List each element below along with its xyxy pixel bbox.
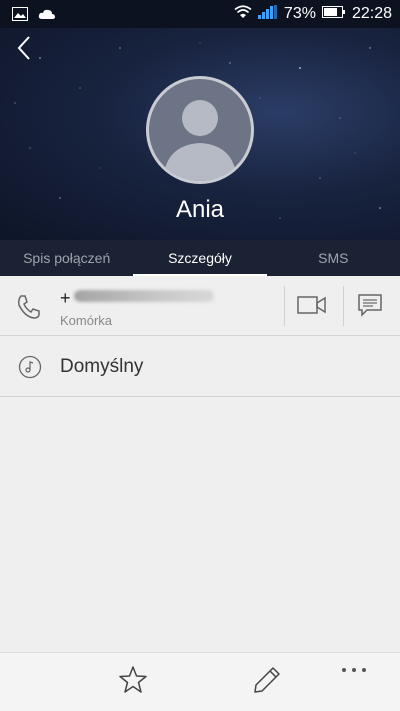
ringtone-row[interactable]: Domyślny bbox=[0, 337, 400, 397]
edit-contact-button[interactable] bbox=[250, 665, 284, 699]
tab-bar: Spis połączeń Szczegóły SMS bbox=[0, 240, 400, 276]
more-icon bbox=[342, 668, 366, 672]
clock: 22:28 bbox=[351, 5, 392, 22]
tab-call-log[interactable]: Spis połączeń bbox=[0, 240, 133, 276]
default-avatar-icon bbox=[163, 100, 237, 181]
favorite-button[interactable] bbox=[116, 665, 150, 699]
contact-avatar[interactable] bbox=[146, 76, 254, 184]
divider bbox=[284, 286, 285, 326]
signal-icon bbox=[257, 4, 278, 24]
message-icon bbox=[357, 292, 383, 323]
phone-number-row[interactable]: + Komórka bbox=[0, 276, 400, 336]
cloud-icon bbox=[38, 7, 55, 21]
phone-number-redacted bbox=[74, 290, 214, 302]
send-message-button[interactable] bbox=[350, 290, 390, 324]
star-icon bbox=[117, 664, 149, 701]
status-bar: 73% 22:28 bbox=[0, 0, 400, 28]
divider bbox=[343, 286, 344, 326]
video-call-button[interactable] bbox=[290, 290, 334, 324]
video-call-icon bbox=[297, 294, 327, 321]
more-options-button[interactable] bbox=[336, 659, 372, 681]
contact-name: Ania bbox=[175, 196, 225, 223]
back-button[interactable] bbox=[8, 34, 40, 66]
tab-sms[interactable]: SMS bbox=[267, 240, 400, 276]
music-note-icon bbox=[18, 355, 42, 379]
bottom-action-bar bbox=[0, 652, 400, 711]
phone-icon bbox=[14, 292, 44, 322]
battery-percent: 73% bbox=[283, 5, 316, 22]
tab-details[interactable]: Szczegóły bbox=[133, 240, 267, 276]
gallery-icon bbox=[12, 7, 28, 21]
ringtone-label: Domyślny bbox=[60, 356, 144, 377]
back-arrow-icon bbox=[16, 35, 32, 66]
contact-header: Ania bbox=[0, 28, 400, 240]
phone-number-prefix: + bbox=[60, 288, 71, 308]
wifi-icon bbox=[234, 4, 252, 24]
pencil-icon bbox=[251, 664, 283, 701]
phone-type-label: Komórka bbox=[60, 313, 113, 328]
battery-icon bbox=[321, 5, 346, 24]
